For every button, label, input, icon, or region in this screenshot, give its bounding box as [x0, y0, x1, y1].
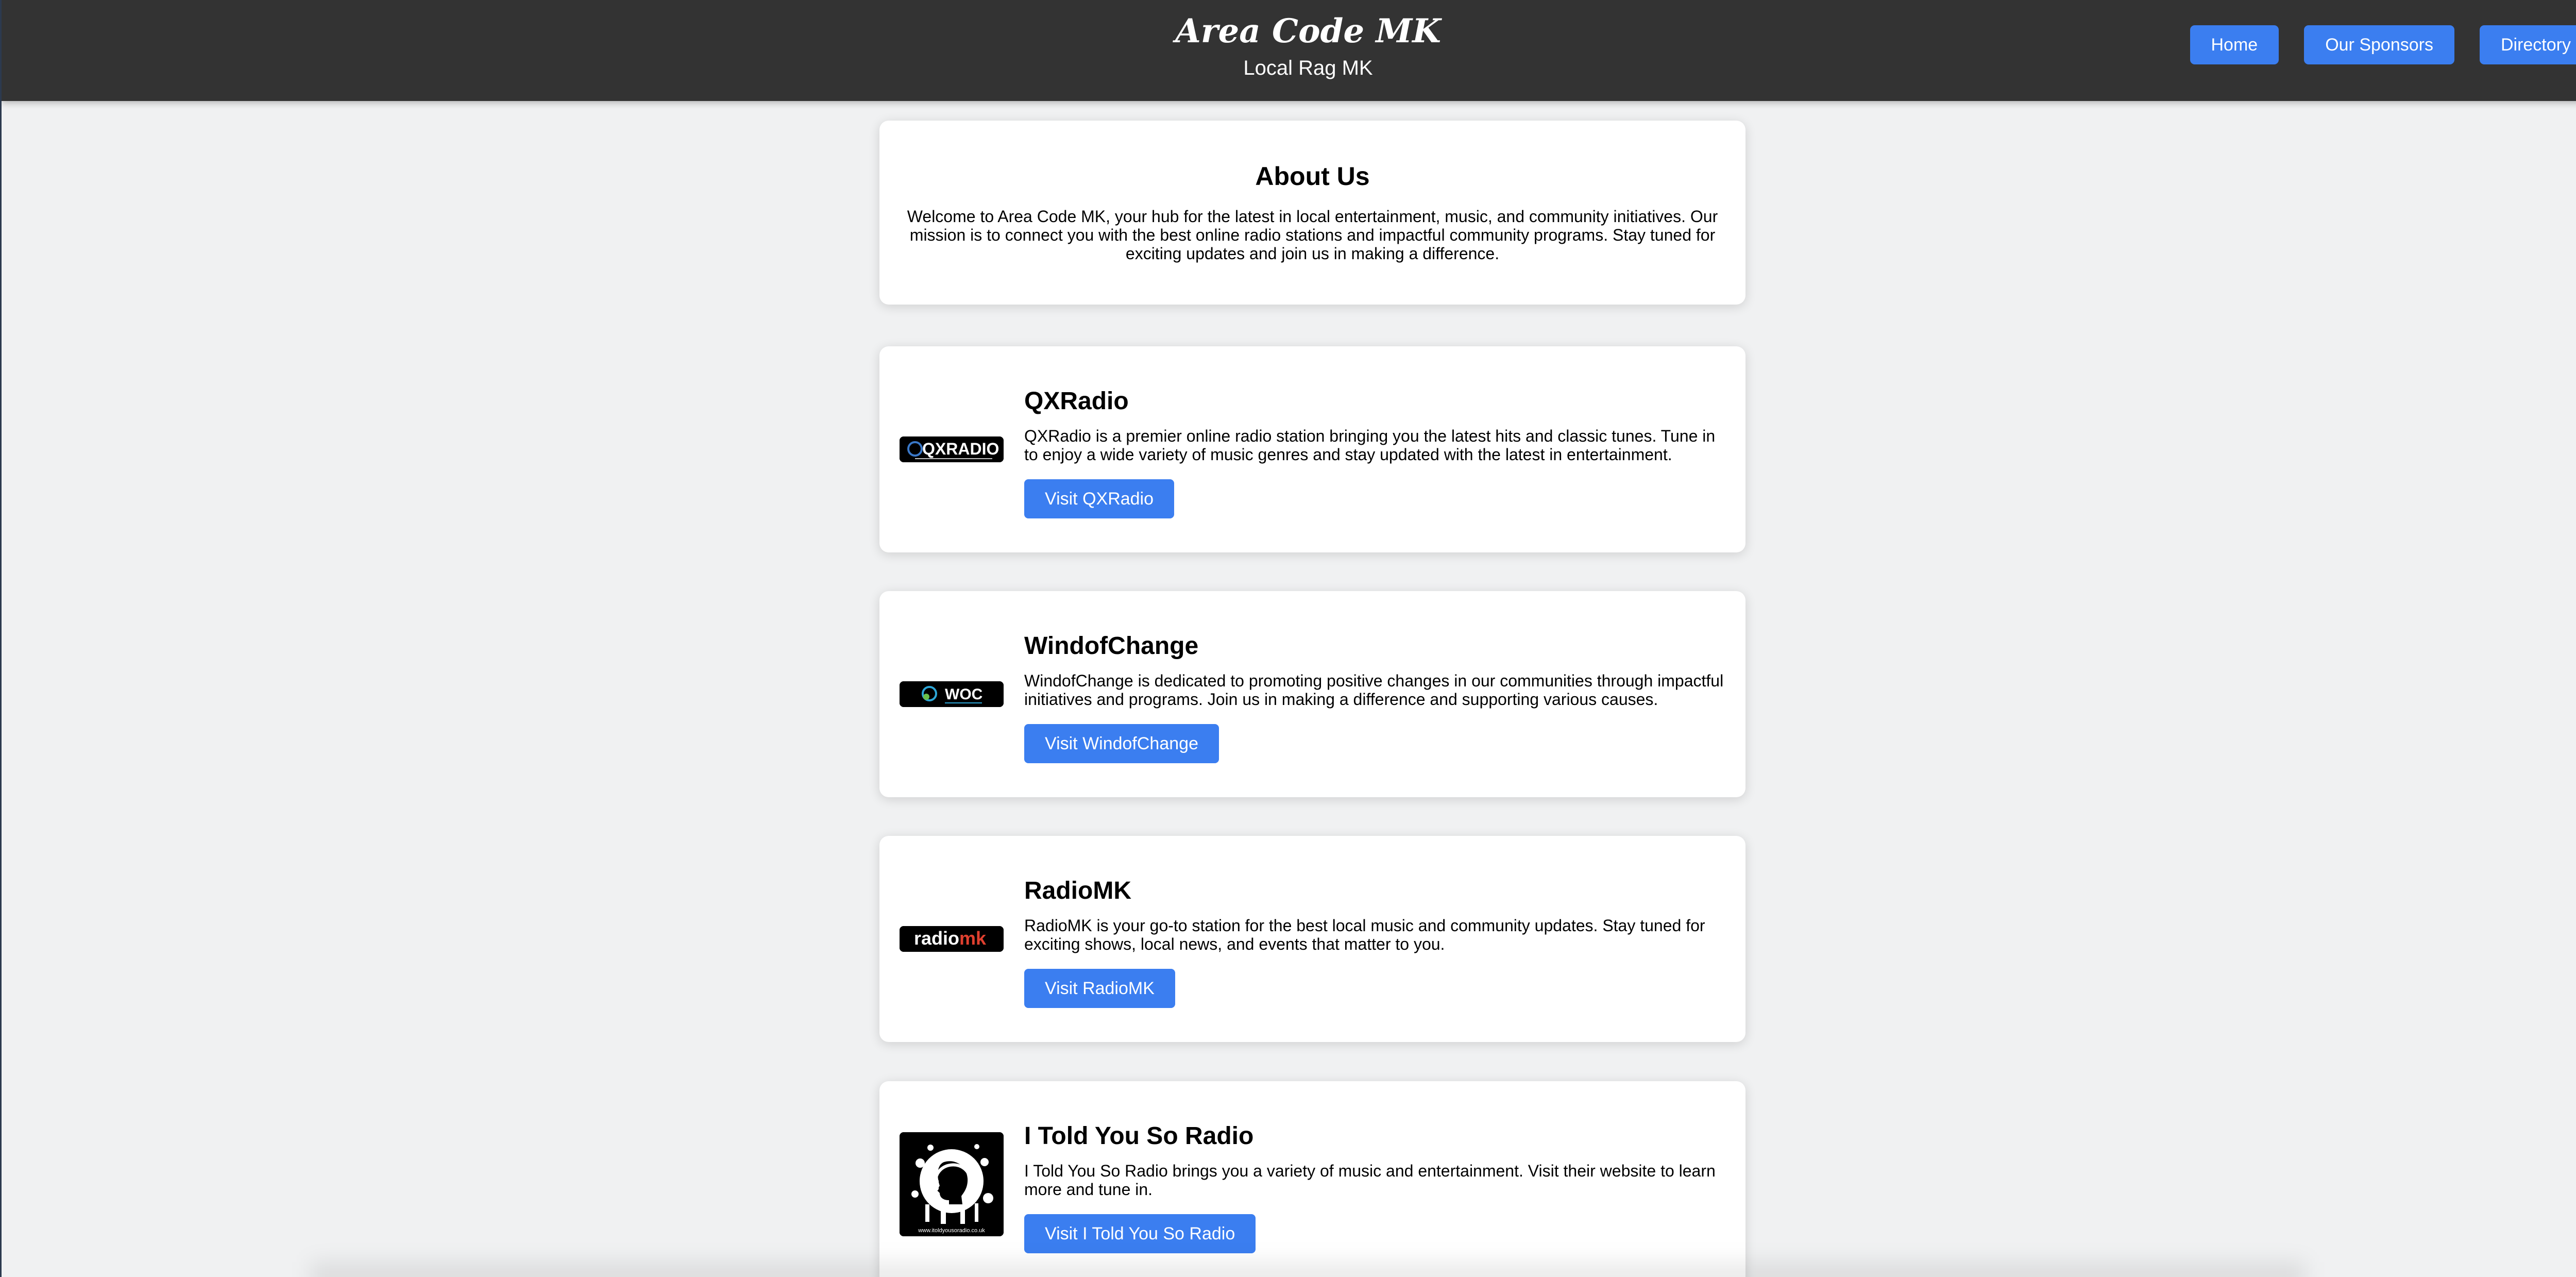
itoldyousoradio-logo-graphic: www.itoldyousoradio.co.uk — [900, 1132, 1004, 1236]
station-description: I Told You So Radio brings you a variety… — [1024, 1162, 1716, 1199]
visit-qxradio-button[interactable]: Visit QXRadio — [1024, 479, 1175, 518]
radiomk-logo-text: radiomk — [914, 928, 987, 949]
page: Area Code MK Local Rag MK Home Our Spons… — [0, 0, 2576, 1277]
nav-directory-button[interactable]: Directory — [2479, 25, 2576, 64]
radiomk-logo-graphic: radiomk — [900, 926, 1004, 952]
about-title: About Us — [1255, 162, 1370, 191]
radiomk-logo-main: radio — [914, 928, 959, 949]
station-content: RadioMK RadioMK is your go-to station fo… — [1024, 876, 1724, 1008]
station-name: I Told You So Radio — [1024, 1122, 1254, 1150]
station-content: I Told You So Radio I Told You So Radio … — [1024, 1121, 1724, 1253]
station-description: QXRadio is a premier online radio statio… — [1024, 427, 1716, 464]
radiomk-logo: radiomk — [900, 926, 1004, 952]
qxradio-logo: QXRADIO — [900, 436, 1004, 462]
station-card-radiomk: radiomk RadioMK RadioMK is your go-to st… — [879, 836, 1745, 1042]
woc-logo-text: WOC — [945, 686, 982, 703]
station-card-itoldyousoradio: www.itoldyousoradio.co.uk I Told You So … — [879, 1081, 1745, 1277]
about-text: Welcome to Area Code MK, your hub for th… — [907, 207, 1718, 263]
station-name: QXRadio — [1024, 388, 1129, 415]
itoldyousoradio-logo: www.itoldyousoradio.co.uk — [900, 1132, 1004, 1236]
station-content: QXRadio QXRadio is a premier online radi… — [1024, 387, 1724, 518]
station-description: WindofChange is dedicated to promoting p… — [1024, 671, 1724, 709]
windofchange-logo: WOC — [900, 681, 1004, 707]
visit-windofchange-button[interactable]: Visit WindofChange — [1024, 724, 1219, 763]
qxradio-logo-text: QXRADIO — [922, 440, 999, 458]
visit-radiomk-button[interactable]: Visit RadioMK — [1024, 969, 1175, 1008]
qxradio-logo-graphic: QXRADIO — [900, 436, 1004, 462]
radiomk-logo-accent: mk — [959, 928, 987, 949]
station-content: WindofChange WindofChange is dedicated t… — [1024, 631, 1724, 763]
itoldyousoradio-logo-text: www.itoldyousoradio.co.uk — [918, 1228, 985, 1234]
about-card: About Us Welcome to Area Code MK, your h… — [879, 121, 1745, 305]
station-card-qxradio: QXRADIO QXRadio QXRadio is a premier onl… — [879, 346, 1745, 552]
station-name: WindofChange — [1024, 632, 1199, 660]
visit-itoldyousoradio-button[interactable]: Visit I Told You So Radio — [1024, 1214, 1256, 1253]
windofchange-logo-graphic: WOC — [900, 681, 1004, 707]
station-card-windofchange: WOC WindofChange WindofChange is dedicat… — [879, 591, 1745, 797]
site-header: Area Code MK Local Rag MK Home Our Spons… — [2, 0, 2576, 101]
station-description: RadioMK is your go-to station for the be… — [1024, 916, 1705, 953]
nav-sponsors-button[interactable]: Our Sponsors — [2304, 25, 2454, 64]
bottom-shadow — [311, 1262, 2306, 1277]
nav-home-button[interactable]: Home — [2190, 25, 2279, 64]
station-name: RadioMK — [1024, 877, 1131, 904]
main-nav: Home Our Sponsors Directory — [2190, 25, 2576, 64]
